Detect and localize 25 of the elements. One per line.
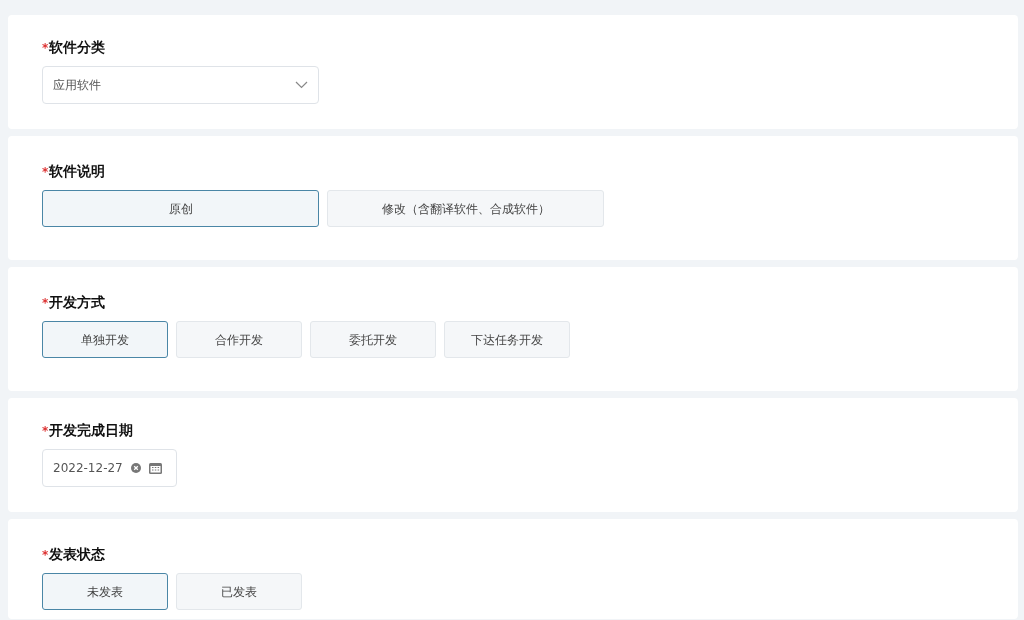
field-label: 开发方式 [49,293,106,312]
field-label: 发表状态 [49,545,106,564]
select-field[interactable]: 应用软件 [42,66,319,104]
required-mark: * [42,295,49,312]
option-button[interactable]: 委托开发 [310,321,436,358]
field-label: 软件分类 [49,38,106,57]
date-value: 2022-12-27 [53,460,123,477]
option-button[interactable]: 修改（含翻译软件、合成软件） [327,190,604,227]
option-button[interactable]: 下达任务开发 [444,321,570,358]
chevron-down-icon [295,81,308,89]
field-label: 开发完成日期 [49,421,134,440]
field-label: 软件说明 [49,162,106,181]
clear-icon[interactable] [130,463,141,473]
date-field[interactable]: 2022-12-27 [42,449,177,487]
select-value: 应用软件 [53,77,101,94]
option-button[interactable]: 未发表 [42,573,168,610]
required-mark: * [42,547,49,564]
option-button[interactable]: 合作开发 [176,321,302,358]
calendar-icon[interactable] [148,462,162,474]
option-button[interactable]: 已发表 [176,573,302,610]
option-button[interactable]: 单独开发 [42,321,168,358]
required-mark: * [42,423,49,440]
required-mark: * [42,164,49,181]
option-button[interactable]: 原创 [42,190,319,227]
required-mark: * [42,40,49,57]
